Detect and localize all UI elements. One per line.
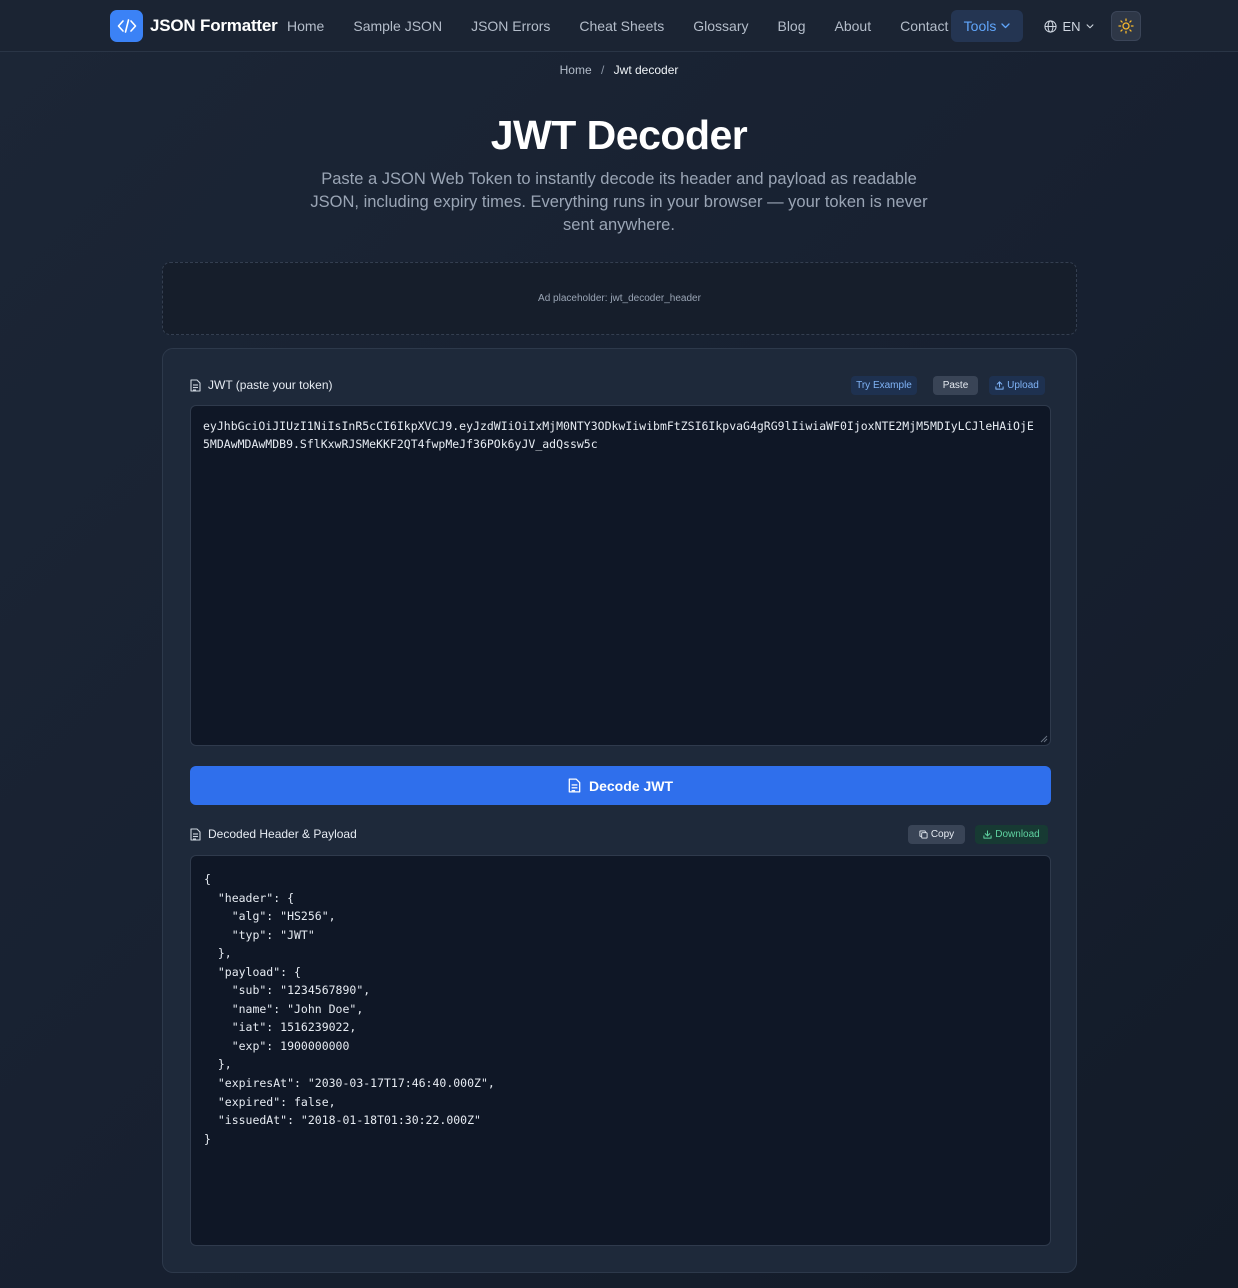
copy-button[interactable]: Copy (908, 825, 965, 844)
decoded-json-output: { "header": { "alg": "HS256", "typ": "JW… (204, 872, 495, 1146)
jwt-input-label-text: JWT (paste your token) (208, 378, 333, 392)
decode-jwt-button[interactable]: Decode JWT (190, 766, 1051, 805)
upload-icon (995, 381, 1004, 390)
nav-links: Home Sample JSON JSON Errors Cheat Sheet… (287, 0, 977, 52)
document-icon (568, 778, 581, 793)
language-selector[interactable]: EN (1041, 10, 1097, 42)
sun-icon (1118, 18, 1134, 34)
breadcrumb: Home / Jwt decoder (0, 63, 1238, 77)
upload-label: Upload (1007, 380, 1039, 391)
jwt-input-label: JWT (paste your token) (190, 378, 333, 392)
top-navigation: JSON Formatter Home Sample JSON JSON Err… (0, 0, 1238, 52)
resize-handle-icon[interactable] (1040, 735, 1048, 743)
nav-link-json-errors[interactable]: JSON Errors (471, 18, 550, 34)
nav-link-sample-json[interactable]: Sample JSON (353, 18, 442, 34)
copy-label: Copy (930, 829, 955, 840)
chevron-down-icon (1001, 23, 1010, 29)
decoded-output-label: Decoded Header & Payload (190, 827, 357, 841)
upload-button[interactable]: Upload (989, 376, 1045, 395)
try-example-button[interactable]: Try Example (851, 376, 917, 395)
theme-toggle-button[interactable] (1111, 11, 1141, 41)
decoded-output-label-text: Decoded Header & Payload (208, 827, 357, 841)
copy-icon (919, 830, 928, 839)
page-title: JWT Decoder (490, 112, 748, 158)
download-icon (983, 830, 992, 839)
chevron-down-icon (1086, 23, 1093, 28)
breadcrumb-current: Jwt decoder (613, 63, 679, 77)
brand[interactable]: JSON Formatter (110, 10, 278, 42)
nav-link-contact[interactable]: Contact (900, 18, 948, 34)
jwt-token-input[interactable]: eyJhbGciOiJIUzI1NiIsInR5cCI6IkpXVCJ9.eyJ… (191, 406, 1050, 745)
paste-button[interactable]: Paste (933, 376, 978, 395)
paste-label: Paste (942, 380, 969, 391)
ad-placeholder: Ad placeholder: jwt_decoder_header (162, 262, 1077, 335)
brand-name: JSON Formatter (150, 16, 278, 35)
globe-icon (1044, 19, 1058, 33)
download-button[interactable]: Download (975, 825, 1048, 844)
decode-jwt-label: Decode JWT (588, 777, 673, 794)
breadcrumb-home-link[interactable]: Home (560, 63, 592, 77)
nav-link-home[interactable]: Home (287, 18, 324, 34)
page-subtitle: Paste a JSON Web Token to instantly deco… (310, 170, 928, 234)
download-label: Download (995, 829, 1040, 840)
ad-placeholder-text: Ad placeholder: jwt_decoder_header (538, 293, 701, 304)
decoded-output-box[interactable]: { "header": { "alg": "HS256", "typ": "JW… (190, 855, 1051, 1246)
tools-label: Tools (963, 18, 997, 34)
nav-link-blog[interactable]: Blog (777, 18, 805, 34)
nav-link-glossary[interactable]: Glossary (693, 18, 748, 34)
try-example-label: Try Example (856, 380, 912, 391)
nav-link-about[interactable]: About (835, 18, 872, 34)
document-icon (190, 378, 201, 392)
jwt-decoder-card: JWT (paste your token) Try Example Paste… (162, 348, 1077, 1273)
tools-menu-button[interactable]: Tools (951, 10, 1023, 42)
language-label: EN (1062, 18, 1081, 34)
nav-link-cheat-sheets[interactable]: Cheat Sheets (579, 18, 664, 34)
code-brackets-icon (110, 10, 143, 42)
document-icon (190, 827, 201, 841)
breadcrumb-separator: / (600, 63, 605, 77)
jwt-token-box: eyJhbGciOiJIUzI1NiIsInR5cCI6IkpXVCJ9.eyJ… (190, 405, 1051, 746)
